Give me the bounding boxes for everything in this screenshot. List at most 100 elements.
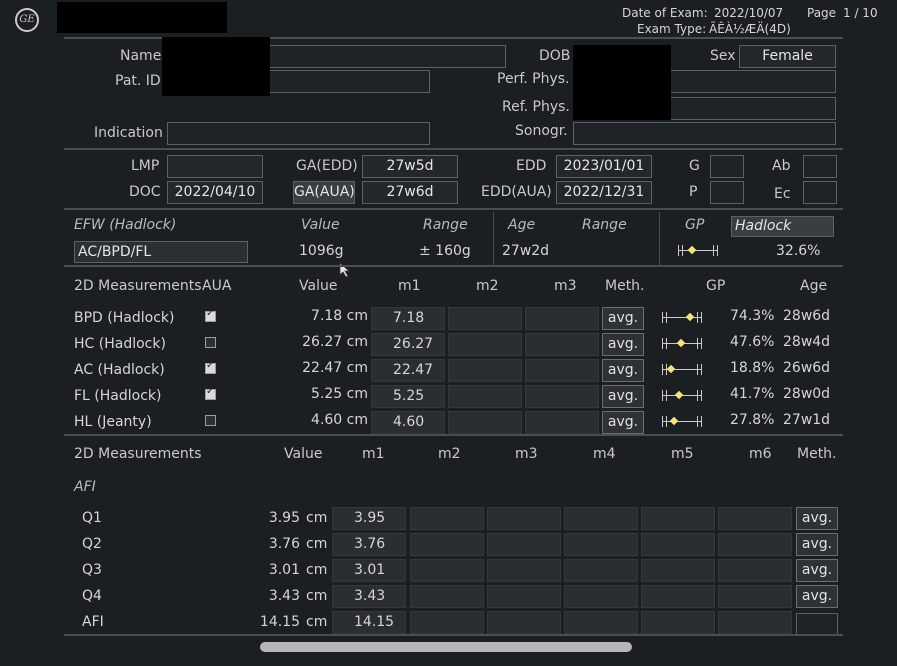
gp-method-select[interactable]: Hadlock <box>731 216 834 237</box>
table-header-7: GP <box>706 278 726 294</box>
m6-cell[interactable] <box>718 559 792 582</box>
m3-cell[interactable] <box>487 611 561 634</box>
aua-checkbox[interactable] <box>205 386 216 400</box>
aua-checkbox[interactable] <box>205 415 216 426</box>
m2-cell[interactable] <box>410 585 484 608</box>
method-avg-button[interactable]: avg. <box>602 385 644 408</box>
gaedd-field[interactable]: 27w5d <box>362 155 458 178</box>
m2-cell[interactable] <box>448 385 522 408</box>
m2-cell[interactable] <box>448 359 522 382</box>
m2-cell[interactable] <box>410 559 484 582</box>
m4-cell[interactable] <box>564 507 638 530</box>
gp-bar-marker <box>676 338 686 348</box>
patid-label: Pat. ID <box>115 73 161 89</box>
gp-bar-tick <box>697 312 698 323</box>
indication-field[interactable] <box>167 122 430 145</box>
measurement-name: HC (Hadlock) <box>74 336 166 352</box>
gp-bar-tick <box>678 245 679 256</box>
gaaua-label[interactable]: GA(AUA) <box>293 181 355 204</box>
sonogr-field[interactable] <box>573 122 836 145</box>
m4-cell[interactable] <box>564 533 638 556</box>
m3-cell[interactable] <box>487 585 561 608</box>
method-avg-button[interactable]: avg. <box>602 359 644 382</box>
m1-value: 3.95 <box>354 510 386 526</box>
m3-cell[interactable] <box>487 533 561 556</box>
g-field[interactable] <box>710 155 744 178</box>
gp-bar-tick <box>662 390 663 401</box>
method-empty-field[interactable] <box>796 613 838 635</box>
page-label: Page <box>807 6 837 20</box>
m2-cell[interactable] <box>410 611 484 634</box>
gp-bar-tick <box>697 364 698 375</box>
measurement-name: FL (Hadlock) <box>74 388 162 404</box>
aua-checkbox[interactable] <box>205 360 216 374</box>
redacted-block <box>573 45 671 120</box>
method-avg-button[interactable]: avg. <box>602 333 644 356</box>
m5-cell[interactable] <box>641 533 715 556</box>
m4-cell[interactable] <box>564 559 638 582</box>
m2-cell[interactable] <box>448 307 522 330</box>
afi-unit: cm <box>306 536 328 552</box>
gp-bar-tick <box>701 390 702 401</box>
doc-field[interactable]: 2022/04/10 <box>167 181 263 204</box>
m2-cell[interactable] <box>410 533 484 556</box>
table2-header-6: m5 <box>671 446 694 462</box>
gp-bar-tick <box>701 416 702 427</box>
ec-field[interactable] <box>803 181 837 204</box>
aua-checkbox[interactable] <box>205 308 216 322</box>
lmp-field[interactable] <box>167 155 263 178</box>
m4-cell[interactable] <box>564 611 638 634</box>
afi-unit: cm <box>306 562 328 578</box>
m6-cell[interactable] <box>718 507 792 530</box>
m3-cell[interactable] <box>525 385 599 408</box>
gp-bar-tick <box>717 245 718 256</box>
indication-label: Indication <box>94 125 163 141</box>
m5-cell[interactable] <box>641 585 715 608</box>
m3-cell[interactable] <box>525 333 599 356</box>
aua-checkbox[interactable] <box>205 337 216 348</box>
method-avg-button[interactable]: avg. <box>796 533 838 556</box>
gp-bar-marker <box>685 312 695 322</box>
name-label: Name <box>120 48 162 64</box>
afi-value: 3.43 <box>268 588 300 604</box>
m6-cell[interactable] <box>718 611 792 634</box>
gp-bar-marker <box>669 416 679 426</box>
measurement-value: 26.27 cm <box>302 334 368 350</box>
m1-value: 14.15 <box>354 614 395 630</box>
m3-cell[interactable] <box>487 559 561 582</box>
method-avg-button[interactable]: avg. <box>602 307 644 330</box>
edd-field[interactable]: 2023/01/01 <box>556 155 652 178</box>
method-avg-button[interactable]: avg. <box>796 507 838 530</box>
ref-phys-label: Ref. Phys. <box>502 99 570 115</box>
method-avg-button[interactable]: avg. <box>796 585 838 608</box>
ab-field[interactable] <box>803 155 837 178</box>
m3-cell[interactable] <box>525 411 599 434</box>
horizontal-scrollbar[interactable] <box>260 642 632 652</box>
method-avg-button[interactable]: avg. <box>796 559 838 582</box>
m5-cell[interactable] <box>641 507 715 530</box>
m2-cell[interactable] <box>448 411 522 434</box>
m2-cell[interactable] <box>410 507 484 530</box>
m2-cell[interactable] <box>448 333 522 356</box>
exam-date-value: 2022/10/07 <box>714 6 784 20</box>
efw-formula[interactable]: AC/BPD/FL <box>74 241 248 263</box>
m3-cell[interactable] <box>487 507 561 530</box>
m3-cell[interactable] <box>525 359 599 382</box>
gaaua-field[interactable]: 27w6d <box>362 181 458 204</box>
efw-age-header: Age <box>508 217 536 233</box>
m4-cell[interactable] <box>564 585 638 608</box>
m5-cell[interactable] <box>641 611 715 634</box>
exam-date-label: Date of Exam: <box>622 6 708 20</box>
m5-cell[interactable] <box>641 559 715 582</box>
gp-bar-tick <box>701 364 702 375</box>
table-header-6: Meth. <box>605 278 645 294</box>
eddaua-field[interactable]: 2022/12/31 <box>556 181 652 204</box>
method-avg-button[interactable]: avg. <box>602 411 644 434</box>
m6-cell[interactable] <box>718 533 792 556</box>
ga-value: 27w1d <box>783 412 831 428</box>
ec-label: Ec <box>774 186 791 202</box>
sex-field[interactable]: Female <box>739 45 836 68</box>
m3-cell[interactable] <box>525 307 599 330</box>
m6-cell[interactable] <box>718 585 792 608</box>
p-field[interactable] <box>710 181 744 204</box>
